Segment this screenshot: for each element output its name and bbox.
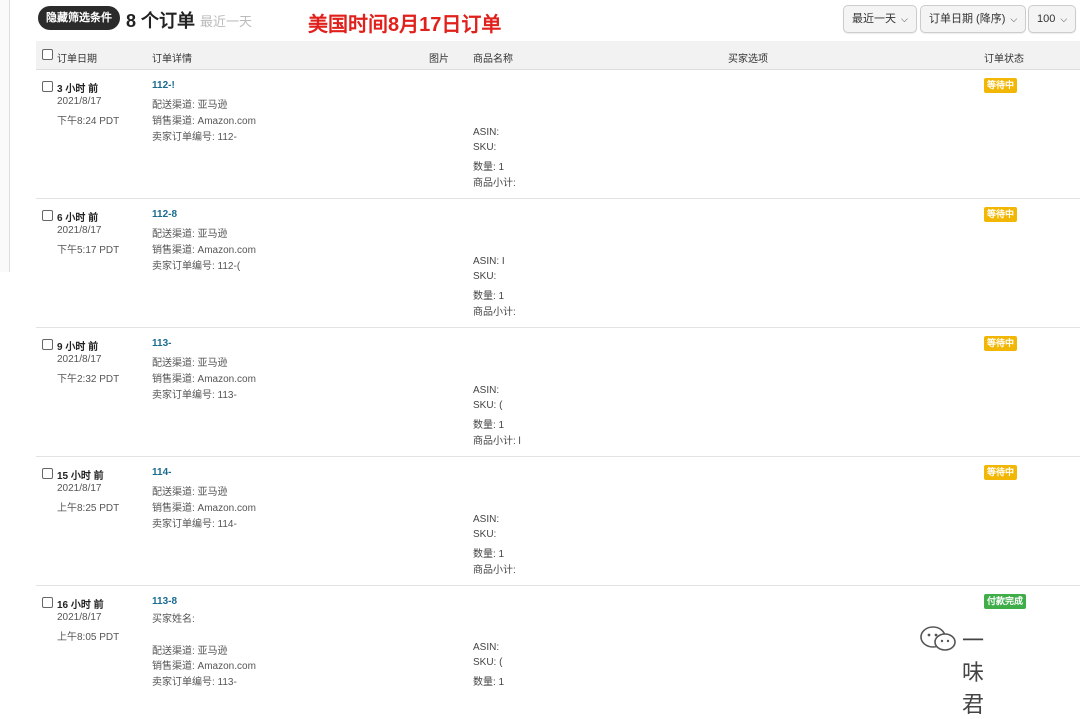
order-id-link[interactable]: 114- — [152, 467, 171, 478]
table-row: 3 小时 前 2021/8/17 下午8:24 PDT 112-! 配送渠道: … — [36, 70, 1080, 199]
order-date: 2021/8/17 — [57, 354, 102, 365]
order-id-link[interactable]: 113- — [152, 338, 171, 349]
fulfillment-channel: 配送渠道: 亚马逊 — [152, 487, 228, 498]
order-time: 下午8:24 PDT — [57, 116, 120, 127]
sort-select-label: 订单日期 (降序) — [929, 13, 1006, 25]
order-time: 下午2:32 PDT — [57, 374, 120, 385]
toolbar: 隐藏筛选条件 8 个订单 最近一天 美国时间8月17日订单 最近一天 ⌵ 订单日期… — [38, 5, 1080, 36]
fulfillment-channel: 配送渠道: 亚马逊 — [152, 358, 228, 369]
row-checkbox[interactable] — [42, 81, 53, 92]
order-id-link[interactable]: 112-! — [152, 80, 175, 91]
status-badge: 等待中 — [984, 336, 1018, 351]
page-size-select-label: 100 — [1037, 13, 1056, 25]
order-time-ago: 15 小时 前 — [57, 471, 104, 482]
order-date: 2021/8/17 — [57, 483, 102, 494]
status-badge: 付款完成 — [984, 594, 1027, 609]
product-subtotal: 商品小计: — [473, 178, 516, 189]
wechat-official-account-icon — [920, 626, 956, 651]
buyer-name: 买家姓名: — [152, 614, 195, 625]
seller-order-id: 卖家订单编号: 112-( — [152, 261, 241, 272]
order-id-link[interactable]: 113-8 — [152, 596, 177, 607]
fulfillment-channel: 配送渠道: 亚马逊 — [152, 100, 228, 111]
select-all-checkbox[interactable] — [42, 49, 53, 60]
order-time: 下午5:17 PDT — [57, 245, 120, 256]
product-sku: SKU: — [473, 271, 497, 282]
status-badge: 等待中 — [984, 207, 1018, 222]
product-asin: ASIN: — [473, 127, 500, 138]
left-rail — [0, 0, 10, 272]
table-header: 订单日期 订单详情 图片 商品名称 买家选项 订单状态 — [36, 41, 1080, 70]
order-date: 2021/8/17 — [57, 612, 102, 623]
annotation-text: 美国时间8月17日订单 — [308, 14, 502, 36]
product-quantity: 数量: 1 — [473, 162, 505, 173]
column-buyer-options: 买家选项 — [728, 54, 768, 65]
product-subtotal: 商品小计: — [473, 565, 516, 576]
chevron-down-icon: ⌵ — [1010, 14, 1018, 24]
sales-channel: 销售渠道: Amazon.com — [152, 661, 256, 672]
order-time-ago: 16 小时 前 — [57, 600, 104, 611]
order-id-link[interactable]: 112-8 — [152, 209, 177, 220]
row-checkbox[interactable] — [42, 468, 53, 479]
product-quantity: 数量: 1 — [473, 291, 505, 302]
product-quantity: 数量: 1 — [473, 420, 505, 431]
status-badge: 等待中 — [984, 465, 1018, 480]
chevron-down-icon: ⌵ — [901, 14, 908, 24]
product-sku: SKU: — [473, 529, 497, 540]
order-time-ago: 6 小时 前 — [57, 213, 99, 224]
fulfillment-channel: 配送渠道: 亚马逊 — [152, 229, 228, 240]
date-range-select-label: 最近一天 — [852, 13, 896, 25]
range-label: 最近一天 — [200, 14, 253, 29]
page-size-select[interactable]: 100 ⌵ — [1028, 5, 1077, 33]
table-row: 6 小时 前 2021/8/17 下午5:17 PDT 112-8 配送渠道: … — [36, 199, 1080, 328]
product-asin: ASIN: — [473, 514, 500, 525]
hide-filters-button[interactable]: 隐藏筛选条件 — [38, 6, 120, 30]
column-product-name: 商品名称 — [473, 54, 513, 65]
order-time-ago: 9 小时 前 — [57, 342, 99, 353]
row-checkbox[interactable] — [42, 339, 53, 350]
sales-channel: 销售渠道: Amazon.com — [152, 116, 256, 127]
fulfillment-channel: 配送渠道: 亚马逊 — [152, 646, 228, 657]
row-checkbox[interactable] — [42, 210, 53, 221]
sales-channel: 销售渠道: Amazon.com — [152, 374, 256, 385]
column-order-status: 订单状态 — [984, 54, 1024, 65]
product-subtotal: 商品小计: — [473, 307, 516, 318]
column-order-date[interactable]: 订单日期 — [57, 50, 97, 65]
seller-order-id: 卖家订单编号: 114- — [152, 519, 237, 530]
order-date: 2021/8/17 — [57, 225, 102, 236]
product-sku: SKU: — [473, 142, 497, 153]
seller-order-id: 卖家订单编号: 112- — [152, 132, 237, 143]
product-asin: ASIN: — [473, 385, 500, 396]
order-time-ago: 3 小时 前 — [57, 84, 99, 95]
table-row: 9 小时 前 2021/8/17 下午2:32 PDT 113- 配送渠道: 亚… — [36, 328, 1080, 457]
seller-order-id: 卖家订单编号: 113- — [152, 390, 237, 401]
watermark-text: 一味君 — [962, 629, 985, 718]
order-time: 上午8:25 PDT — [57, 503, 120, 514]
order-count: 8 个订单 — [126, 11, 196, 31]
product-asin: ASIN: — [473, 642, 500, 653]
sales-channel: 销售渠道: Amazon.com — [152, 245, 256, 256]
table-row: 15 小时 前 2021/8/17 上午8:25 PDT 114- 配送渠道: … — [36, 457, 1080, 586]
row-checkbox[interactable] — [42, 597, 53, 608]
product-sku: SKU: ( — [473, 400, 503, 411]
order-time: 上午8:05 PDT — [57, 632, 120, 643]
date-range-select[interactable]: 最近一天 ⌵ — [843, 5, 917, 33]
chevron-down-icon: ⌵ — [1060, 14, 1068, 24]
sort-select[interactable]: 订单日期 (降序) ⌵ — [920, 5, 1027, 33]
status-badge: 等待中 — [984, 78, 1018, 93]
seller-order-id: 卖家订单编号: 113- — [152, 677, 237, 688]
column-image: 图片 — [429, 54, 449, 65]
product-quantity: 数量: 1 — [473, 549, 505, 560]
order-date: 2021/8/17 — [57, 96, 102, 107]
sales-channel: 销售渠道: Amazon.com — [152, 503, 256, 514]
product-quantity: 数量: 1 — [473, 677, 505, 688]
column-order-details: 订单详情 — [152, 54, 192, 65]
product-asin: ASIN: I — [473, 256, 505, 267]
product-sku: SKU: ( — [473, 657, 503, 668]
product-subtotal: 商品小计: l — [473, 436, 521, 447]
